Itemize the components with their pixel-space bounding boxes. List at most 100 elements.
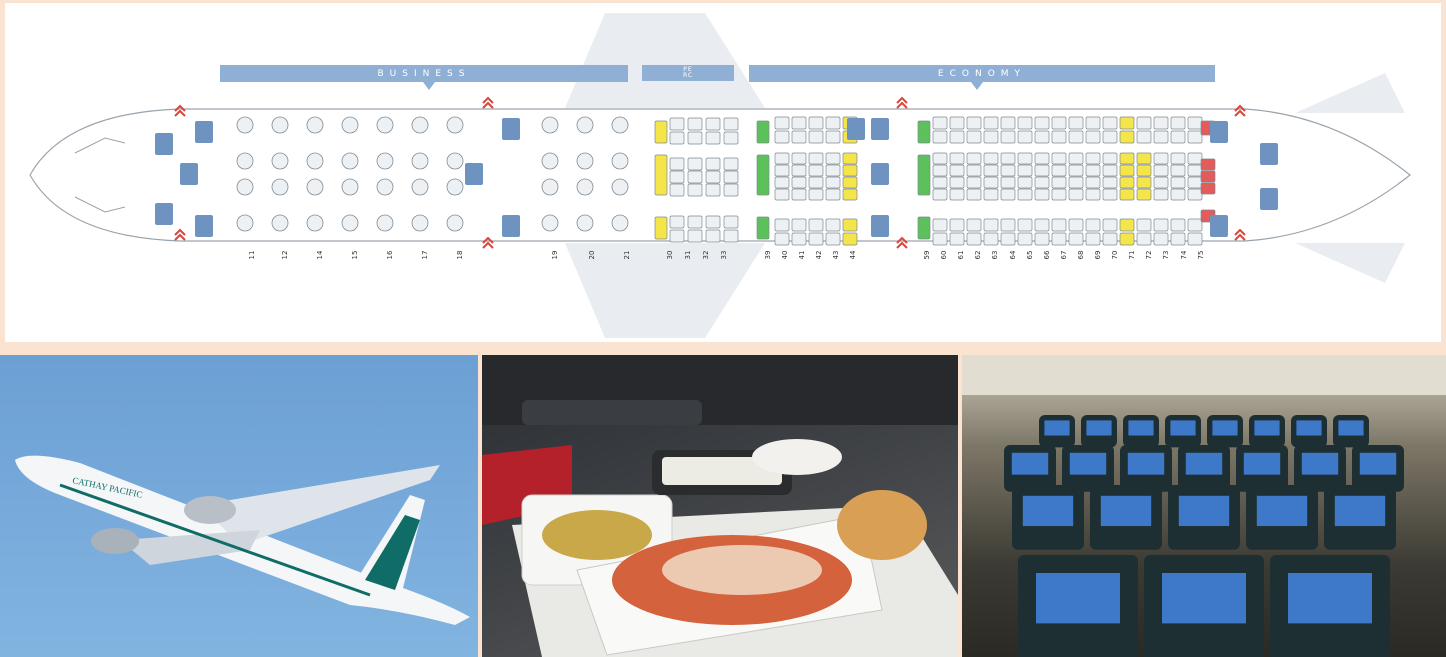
economy-seat: [808, 152, 824, 165]
economy-seat: [1034, 232, 1050, 246]
economy-seat: [983, 218, 999, 232]
economy-seat: [1017, 116, 1033, 130]
economy-seat: [949, 232, 965, 246]
business-seat: [236, 214, 254, 232]
aircraft-photo: CATHAY PACIFIC: [0, 355, 478, 657]
tail-top: [1295, 73, 1405, 113]
economy-seat: [1000, 116, 1016, 130]
row-number: 66: [1042, 250, 1051, 260]
economy-seat: [825, 130, 841, 144]
facility-icon: [871, 118, 889, 140]
economy-seat: [1170, 152, 1186, 165]
seatback-screen: [1036, 573, 1120, 624]
exit-arrow-icon: [896, 96, 908, 109]
special-seat: [917, 216, 931, 240]
premium-line: RC: [682, 72, 694, 79]
economy-seat: [949, 164, 965, 177]
facility-icon: [1210, 121, 1228, 143]
economy-seat: [1051, 218, 1067, 232]
economy-seat: [1068, 176, 1084, 189]
business-seat: [576, 152, 594, 170]
facility-icon: [502, 118, 520, 140]
business-seat: [611, 116, 629, 134]
premium-seat: [669, 131, 685, 145]
cup: [752, 439, 842, 475]
economy-seat: [1000, 232, 1016, 246]
row-number: 11: [248, 250, 256, 260]
row-number: 63: [991, 250, 1000, 260]
business-seat: [306, 116, 324, 134]
economy-seat: [932, 130, 948, 144]
economy-seat: [1068, 152, 1084, 165]
aircraft-diagram: [29, 13, 1411, 338]
business-seat: [611, 178, 629, 196]
economy-seat: [1102, 152, 1118, 165]
economy-seat: [1068, 164, 1084, 177]
economy-seat: [1034, 188, 1050, 201]
business-seat: [271, 152, 289, 170]
economy-seat: [1017, 176, 1033, 189]
economy-seat: [1153, 218, 1169, 232]
seatback-screen: [1044, 420, 1070, 436]
row-number: 65: [1025, 250, 1034, 260]
engine: [184, 496, 236, 524]
premium-seat: [687, 131, 703, 145]
premium-seat: [687, 183, 703, 197]
economy-label: ECONOMY: [937, 68, 1027, 79]
economy-banner: ECONOMY: [749, 65, 1215, 82]
business-seat: [576, 178, 594, 196]
row-number: 70: [1111, 250, 1120, 260]
economy-seat: [983, 116, 999, 130]
economy-seat: [808, 232, 824, 246]
economy-seat: [1051, 176, 1067, 189]
economy-seat: [1085, 218, 1101, 232]
special-seat: [654, 154, 668, 196]
economy-seat: [966, 130, 982, 144]
economy-seat: [808, 164, 824, 177]
economy-seat: [1068, 188, 1084, 201]
premium-seat: [687, 229, 703, 243]
premium-seat: [705, 215, 721, 229]
business-seat: [236, 116, 254, 134]
premium-seat: [705, 157, 721, 171]
business-label: BUSINESS: [377, 68, 471, 79]
economy-seat: [983, 188, 999, 201]
row-number: 61: [957, 250, 966, 260]
economy-seat: [1136, 164, 1152, 177]
seatback-screen: [1011, 452, 1049, 475]
economy-seat: [1034, 116, 1050, 130]
economy-seat: [842, 218, 858, 232]
business-seat: [341, 152, 359, 170]
economy-seat: [1000, 188, 1016, 201]
economy-seat: [791, 152, 807, 165]
economy-seat: [1017, 164, 1033, 177]
seatback-screen: [1296, 420, 1322, 436]
economy-seat: [808, 218, 824, 232]
exit-arrow-icon: [482, 96, 494, 109]
economy-seat: [1085, 152, 1101, 165]
economy-seat: [932, 164, 948, 177]
facility-icon: [1210, 215, 1228, 237]
economy-seat: [949, 116, 965, 130]
economy-seat: [791, 116, 807, 130]
premium-seat: [705, 183, 721, 197]
row-number: 32: [702, 250, 710, 260]
economy-seat: [1170, 188, 1186, 201]
premium-seat: [723, 229, 739, 243]
facility-icon: [155, 203, 173, 225]
row-number: 30: [666, 250, 674, 260]
economy-seat: [1051, 164, 1067, 177]
row-number: 75: [1196, 250, 1205, 260]
premium-seat: [723, 131, 739, 145]
economy-seat: [791, 188, 807, 201]
economy-seat: [1170, 116, 1186, 130]
seatback-screen: [1256, 495, 1308, 527]
economy-seat: [1153, 130, 1169, 144]
economy-seat: [1017, 188, 1033, 201]
business-seat: [271, 178, 289, 196]
seatback-screen: [1243, 452, 1281, 475]
economy-seat: [1034, 152, 1050, 165]
economy-seat: [842, 152, 858, 165]
economy-seat: [1102, 130, 1118, 144]
business-seat: [376, 214, 394, 232]
